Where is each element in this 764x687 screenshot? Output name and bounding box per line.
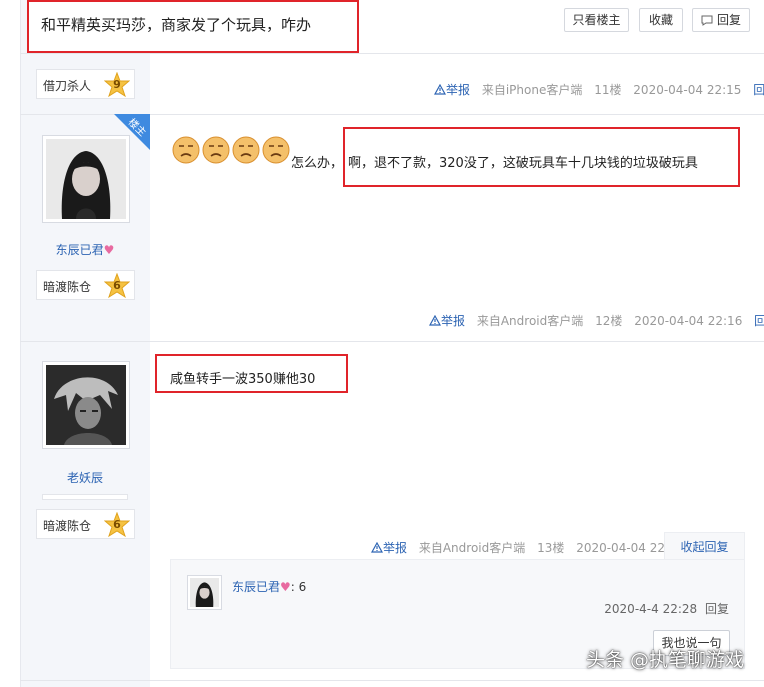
post-content: 咸鱼转手一波350赚他30 xyxy=(170,372,316,387)
sub-reply-line: 东辰已君♥: 6 xyxy=(232,578,306,595)
user-level: 借刀杀人 9 xyxy=(36,69,135,99)
sub-reply-reply-link[interactable]: 回复 xyxy=(705,602,729,616)
post-reply-link[interactable]: 回复 xyxy=(753,83,764,97)
post-source: 来自Android客户端 xyxy=(476,314,584,328)
report-link[interactable]: 举报 xyxy=(428,314,469,328)
post-floor: 12楼 xyxy=(595,314,623,328)
level-name: 借刀杀人 xyxy=(43,79,92,93)
report-label: 举报 xyxy=(441,314,466,328)
reply-button-label: 回复 xyxy=(716,13,741,27)
frown-emoji-icon xyxy=(262,136,290,164)
heart-icon: ♥ xyxy=(103,243,115,257)
report-link[interactable]: 举报 xyxy=(433,83,474,97)
user-sidebar xyxy=(20,0,150,687)
level-number: 9 xyxy=(113,78,121,91)
heart-icon: ♥ xyxy=(280,580,291,594)
only-op-button[interactable]: 只看楼主 xyxy=(564,8,629,32)
warning-icon xyxy=(428,314,442,326)
warning-icon xyxy=(370,541,384,553)
sub-reply-time: 2020-4-4 22:28 xyxy=(604,602,698,616)
post-floor: 13楼 xyxy=(537,541,565,555)
sub-reply-avatar[interactable] xyxy=(187,575,222,610)
star-icon: 6 xyxy=(103,272,131,299)
level-number: 6 xyxy=(113,279,121,292)
sub-reply-meta: 2020-4-4 22:28 回复 xyxy=(604,600,729,617)
post-divider xyxy=(20,341,764,342)
post-content-highlight: 啊，退不了款，320没了，这破玩具车十几块钱的垃圾破玩具 xyxy=(348,156,698,171)
frown-emoji-icon xyxy=(172,136,200,164)
star-icon: 9 xyxy=(103,71,131,98)
collapse-replies-tab[interactable]: 收起回复 xyxy=(664,532,745,560)
report-label: 举报 xyxy=(446,83,471,97)
divider xyxy=(42,494,128,500)
user-level: 暗渡陈仓 6 xyxy=(36,509,135,539)
frown-emoji-icon xyxy=(202,136,230,164)
reply-button[interactable]: 回复 xyxy=(692,8,750,32)
report-label: 举报 xyxy=(383,541,408,555)
post-meta: 举报 来自Android客户端 13楼 2020-04-04 22:22 xyxy=(370,539,684,556)
report-link[interactable]: 举报 xyxy=(370,541,411,555)
warning-icon xyxy=(433,83,447,95)
highlight-box: 啊，退不了款，320没了，这破玩具车十几块钱的垃圾破玩具 xyxy=(343,127,740,187)
comment-icon xyxy=(701,15,713,26)
highlight-box: 咸鱼转手一波350赚他30 xyxy=(155,354,348,393)
thread-title: 和平精英买玛莎，商家发了个玩具，咋办 xyxy=(41,16,312,34)
avatar[interactable] xyxy=(42,135,130,223)
frown-emoji-icon xyxy=(232,136,260,164)
favorite-button[interactable]: 收藏 xyxy=(639,8,683,32)
post-time: 2020-04-04 22:15 xyxy=(633,83,742,97)
level-name: 暗渡陈仓 xyxy=(43,519,92,533)
post-content-lead: 怎么办， xyxy=(291,156,344,171)
thread-title-box: 和平精英买玛莎，商家发了个玩具，咋办 xyxy=(27,0,359,53)
sub-reply-text: : 6 xyxy=(290,580,307,594)
username[interactable]: 东辰已君♥ xyxy=(20,241,150,258)
avatar[interactable] xyxy=(42,361,130,449)
post-source: 来自Android客户端 xyxy=(418,541,526,555)
level-name: 暗渡陈仓 xyxy=(43,280,92,294)
post-meta: 举报 来自Android客户端 12楼 2020-04-04 22:16 回复 xyxy=(428,312,764,329)
username-label: 东辰已君 xyxy=(55,243,104,257)
post-meta: 举报 来自iPhone客户端 11楼 2020-04-04 22:15 回复 xyxy=(433,81,764,98)
post-divider xyxy=(20,680,764,681)
sub-reply-username[interactable]: 东辰已君 xyxy=(232,580,280,594)
post-floor: 11楼 xyxy=(594,83,622,97)
post-source: 来自iPhone客户端 xyxy=(481,83,583,97)
username[interactable]: 老妖辰 xyxy=(20,469,150,486)
post-reply-link[interactable]: 回复 xyxy=(754,314,764,328)
avatar-image xyxy=(46,365,126,445)
star-icon: 6 xyxy=(103,511,131,538)
level-number: 6 xyxy=(113,518,121,531)
user-level: 暗渡陈仓 6 xyxy=(36,270,135,300)
watermark: 头条 @执笔聊游戏 xyxy=(586,649,745,671)
avatar-image xyxy=(190,578,219,607)
post-divider xyxy=(20,53,764,54)
post-time: 2020-04-04 22:16 xyxy=(634,314,743,328)
avatar-image xyxy=(46,139,126,219)
